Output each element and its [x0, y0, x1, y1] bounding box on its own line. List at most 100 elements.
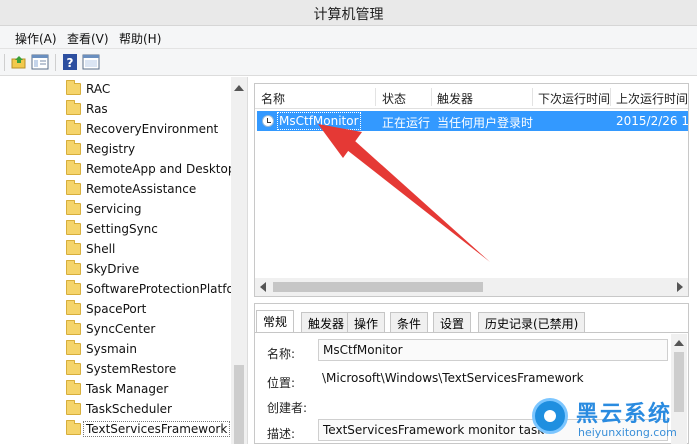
task-name: MsCtfMonitor	[279, 114, 359, 128]
location-label: 位置:	[267, 376, 296, 390]
task-status: 正在运行	[382, 116, 431, 130]
folder-icon	[66, 240, 81, 255]
tree-item-synccenter[interactable]: SyncCenter	[66, 320, 236, 340]
column-header-last-run[interactable]: 上次运行时间	[616, 90, 688, 107]
tree-item-ras[interactable]: Ras	[66, 100, 236, 120]
folder-icon	[66, 120, 81, 135]
tree-item-label: Task Manager	[86, 382, 169, 396]
clock-icon	[262, 115, 274, 127]
task-list-header: 名称 状态 触发器 下次运行时间 上次运行时间	[255, 84, 688, 109]
folder-icon	[66, 260, 81, 275]
folder-icon	[66, 80, 81, 95]
properties-icon[interactable]	[82, 53, 100, 71]
task-scheduler-tree: RAC Ras RecoveryEnvironment Registry Rem…	[0, 77, 248, 444]
window-title: 计算机管理	[313, 7, 384, 23]
tree-item-remoteassistance[interactable]: RemoteAssistance	[66, 180, 236, 200]
tree-item-systemrestore[interactable]: SystemRestore	[66, 360, 236, 380]
menu-view[interactable]: 查看(V)	[67, 30, 109, 47]
tree-item-remoteapp[interactable]: RemoteApp and Desktop	[66, 160, 236, 180]
column-header-status[interactable]: 状态	[382, 90, 406, 107]
folder-up-icon[interactable]	[10, 53, 28, 71]
tree-item-shell[interactable]: Shell	[66, 240, 236, 260]
watermark-logo: 黑云系统 heiyunxitong.com	[528, 394, 697, 444]
tree-item-skydrive[interactable]: SkyDrive	[66, 260, 236, 280]
column-header-next-run[interactable]: 下次运行时间	[538, 90, 610, 107]
title-bar: 计算机管理	[0, 0, 697, 26]
tab-settings[interactable]: 设置	[433, 312, 472, 332]
logo-icon	[532, 398, 568, 434]
tree-item-registry[interactable]: Registry	[66, 140, 236, 160]
folder-icon	[66, 360, 81, 375]
svg-text:?: ?	[67, 56, 74, 70]
scroll-thumb[interactable]	[234, 365, 244, 444]
tree-item-servicing[interactable]: Servicing	[66, 200, 236, 220]
folder-icon	[66, 300, 81, 315]
tree-item-taskscheduler[interactable]: TaskScheduler	[66, 400, 236, 420]
tree-scrollbar[interactable]	[231, 77, 247, 444]
tab-divider	[255, 332, 688, 333]
tree-item-label: Registry	[86, 142, 136, 156]
location-value: \Microsoft\Windows\TextServicesFramework	[322, 371, 584, 385]
column-divider	[532, 88, 533, 106]
folder-icon	[66, 320, 81, 335]
details-tabs: 常规 触发器 操作 条件 设置 历史记录(已禁用)	[255, 310, 688, 333]
tree-item-textservicesframework[interactable]: TextServicesFramework	[66, 420, 236, 440]
table-row[interactable]: MsCtfMonitor 正在运行 当任何用户登录时 2015/2/26 10	[257, 111, 697, 131]
name-label: 名称:	[267, 347, 296, 361]
tree-item-label: SoftwareProtectionPlatform	[86, 282, 248, 296]
tree-item-label: TextServicesFramework	[82, 421, 231, 437]
tree-item-label: RecoveryEnvironment	[86, 122, 219, 136]
scroll-left-icon[interactable]	[260, 282, 266, 292]
toolbar: ?	[0, 49, 697, 76]
menu-action[interactable]: 操作(A)	[15, 30, 57, 47]
tree-item-spaceport[interactable]: SpacePort	[66, 300, 236, 320]
column-header-trigger[interactable]: 触发器	[437, 90, 473, 107]
name-field[interactable]: MsCtfMonitor	[318, 339, 668, 361]
column-divider	[375, 88, 376, 106]
tab-history[interactable]: 历史记录(已禁用)	[478, 312, 586, 332]
folder-icon	[66, 420, 81, 435]
tree-item-settingsync[interactable]: SettingSync	[66, 220, 236, 240]
tab-conditions[interactable]: 条件	[390, 312, 429, 332]
author-label: 创建者:	[267, 401, 308, 415]
menu-help[interactable]: 帮助(H)	[119, 30, 161, 47]
folder-icon	[66, 100, 81, 115]
tree-item-rac[interactable]: RAC	[66, 80, 236, 100]
tree-item-softwareprotectionplatform[interactable]: SoftwareProtectionPlatform	[66, 280, 247, 300]
watermark-url: heiyunxitong.com	[578, 426, 677, 439]
task-trigger: 当任何用户登录时	[437, 116, 534, 130]
tree-item-label: Shell	[86, 242, 116, 256]
tree-item-label: SettingSync	[86, 222, 158, 236]
scroll-up-icon[interactable]	[674, 340, 684, 346]
scroll-right-icon[interactable]	[677, 282, 683, 292]
toolbar-separator	[4, 54, 5, 71]
toolbar-separator	[55, 54, 56, 71]
help-icon[interactable]: ?	[61, 53, 79, 71]
task-list: 名称 状态 触发器 下次运行时间 上次运行时间 MsCtfMonitor 正在运…	[254, 83, 697, 297]
folder-icon	[66, 140, 81, 155]
scroll-up-icon[interactable]	[234, 85, 244, 91]
column-header-name[interactable]: 名称	[261, 90, 285, 107]
tree-item-label: TaskScheduler	[86, 402, 172, 416]
folder-icon	[66, 160, 81, 175]
tree-item-label: SkyDrive	[86, 262, 140, 276]
folder-icon	[66, 220, 81, 235]
tree-item-recoveryenvironment[interactable]: RecoveryEnvironment	[66, 120, 236, 140]
tab-triggers[interactable]: 触发器	[301, 312, 352, 332]
tree-item-label: RAC	[86, 82, 111, 96]
scroll-thumb[interactable]	[273, 282, 483, 292]
tree-item-label: Sysmain	[86, 342, 137, 356]
watermark-brand: 黑云系统	[576, 402, 673, 427]
folder-icon	[66, 180, 81, 195]
tree-item-label: Ras	[86, 102, 108, 116]
folder-icon	[66, 200, 81, 215]
tree-item-label: SpacePort	[86, 302, 147, 316]
tree-item-label: RemoteAssistance	[86, 182, 197, 196]
tab-general[interactable]: 常规	[256, 310, 295, 333]
task-list-hscrollbar[interactable]	[255, 278, 688, 296]
tree-item-task-manager[interactable]: Task Manager	[66, 380, 236, 400]
show-hide-tree-icon[interactable]	[31, 53, 49, 71]
folder-icon	[66, 340, 81, 355]
tree-item-sysmain[interactable]: Sysmain	[66, 340, 236, 360]
tab-actions[interactable]: 操作	[347, 312, 386, 332]
